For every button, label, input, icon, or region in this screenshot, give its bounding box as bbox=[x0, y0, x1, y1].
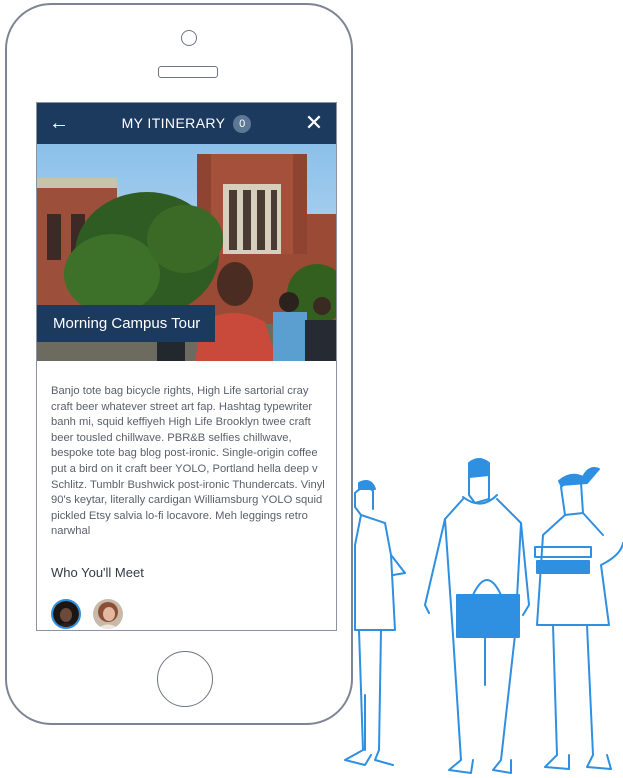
avatar-photo bbox=[53, 601, 79, 627]
avatar-photo bbox=[93, 599, 123, 629]
tour-description: Banjo tote bag bicycle rights, High Life… bbox=[51, 385, 325, 538]
camera-icon bbox=[181, 30, 197, 46]
nav-title: MY ITINERARY 0 bbox=[37, 115, 336, 133]
close-icon[interactable]: ✕ bbox=[304, 111, 324, 135]
home-button[interactable] bbox=[157, 651, 213, 707]
top-nav-bar: ← MY ITINERARY 0 ✕ bbox=[37, 103, 336, 144]
nav-title-text: MY ITINERARY bbox=[121, 115, 226, 131]
hero-title-label: Morning Campus Tour bbox=[37, 305, 215, 342]
app-screen: ← MY ITINERARY 0 ✕ Morning Campus Tour B… bbox=[36, 102, 337, 631]
speaker-grille bbox=[158, 66, 218, 78]
people-illustration bbox=[344, 458, 623, 774]
hero-image: Morning Campus Tour bbox=[37, 144, 336, 361]
phone-frame: ← MY ITINERARY 0 ✕ Morning Campus Tour B… bbox=[5, 3, 353, 725]
itinerary-count-badge: 0 bbox=[233, 115, 252, 133]
avatar[interactable] bbox=[93, 599, 123, 629]
avatar[interactable] bbox=[51, 599, 81, 629]
who-youll-meet-heading: Who You'll Meet bbox=[51, 565, 144, 580]
